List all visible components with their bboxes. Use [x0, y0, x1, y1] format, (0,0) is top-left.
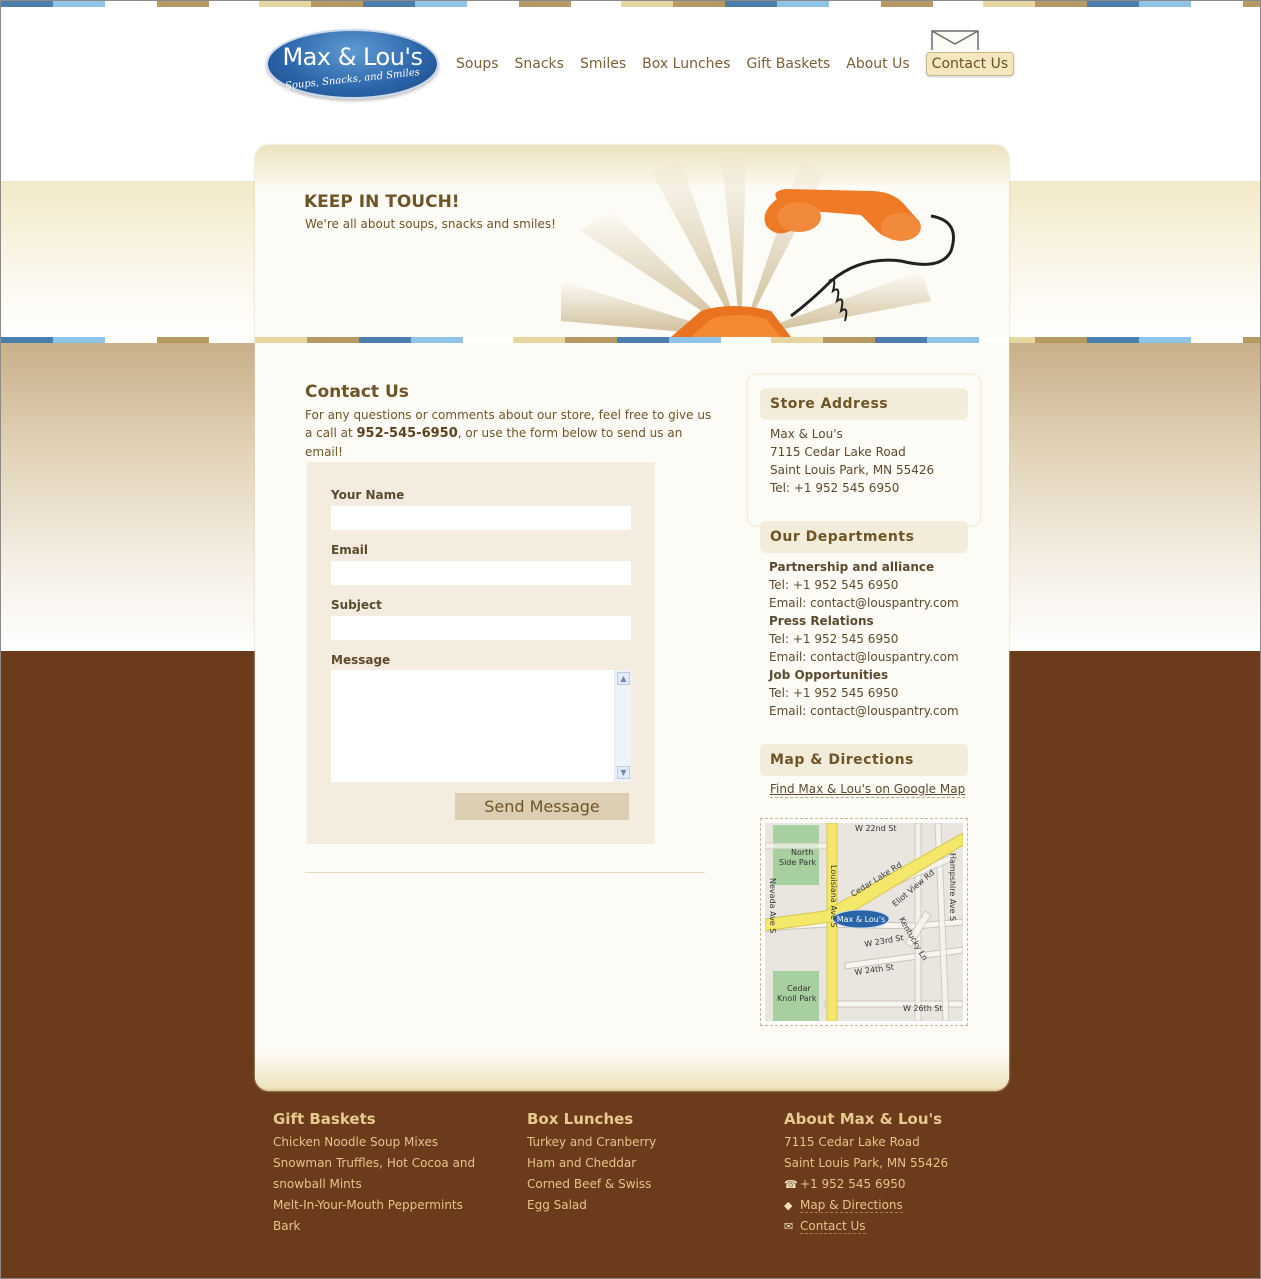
store-address-heading: Store Address: [760, 388, 968, 420]
map-image: Max & Lou's W 22nd St North Side Park Ce…: [764, 822, 964, 1022]
message-textarea[interactable]: [331, 670, 631, 782]
telephone-illustration: [561, 156, 955, 337]
directions-icon: ◆: [784, 1199, 793, 1212]
dept-item: Partnership and alliance Tel: +1 952 545…: [769, 558, 959, 612]
page-frame: Max & Lou's Soups, Snacks, and Smiles So…: [0, 0, 1261, 1279]
scroll-up-icon[interactable]: ▲: [617, 672, 630, 685]
map-label: Side Park: [779, 858, 817, 867]
map-label: North: [791, 848, 813, 857]
footer-directions-link[interactable]: Map & Directions: [800, 1198, 903, 1213]
footer-link[interactable]: Bark: [273, 1216, 475, 1237]
footer-link[interactable]: Ham and Cheddar: [527, 1153, 656, 1174]
footer-link[interactable]: Melt-In-Your-Mouth Peppermints: [273, 1195, 475, 1216]
email-input[interactable]: [331, 561, 631, 585]
map-label: Nevada Ave S: [768, 878, 777, 933]
map-heading: Map & Directions: [760, 744, 968, 776]
subject-input[interactable]: [331, 616, 631, 640]
map-label: Cedar: [787, 984, 811, 993]
hero-title: KEEP IN TOUCH!: [304, 192, 460, 212]
dept-name: Press Relations: [769, 614, 874, 628]
dept-name: Partnership and alliance: [769, 560, 935, 574]
dept-email[interactable]: Email: contact@louspantry.com: [769, 648, 959, 666]
contact-phone: 952-545-6950: [356, 426, 458, 441]
footer-contact-row: ✉ Contact Us: [784, 1216, 948, 1237]
google-map-link[interactable]: Find Max & Lou's on Google Map: [770, 782, 966, 798]
panel-bottom-gradient: [255, 1053, 1009, 1091]
content-divider: [305, 872, 705, 873]
nav-contact-us[interactable]: Contact Us: [925, 52, 1015, 76]
subject-label: Subject: [331, 598, 382, 612]
nav-gift-baskets[interactable]: Gift Baskets: [746, 56, 830, 72]
nav-soups[interactable]: Soups: [456, 56, 499, 72]
map-label: W 22nd St: [855, 824, 897, 833]
footer-link[interactable]: Snowman Truffles, Hot Cocoa and: [273, 1153, 475, 1174]
map-marker-label: Max & Lou's: [837, 915, 886, 924]
map-label: Hampshire Ave S: [948, 853, 957, 921]
footer-link[interactable]: Chicken Noodle Soup Mixes: [273, 1132, 475, 1153]
email-label: Email: [331, 543, 369, 557]
dept-tel: Tel: +1 952 545 6950: [769, 686, 899, 700]
dept-item: Press Relations Tel: +1 952 545 6950 Ema…: [769, 612, 959, 666]
contact-intro: For any questions or comments about our …: [305, 406, 715, 461]
map-label: W 26th St: [903, 1004, 943, 1013]
top-stripe: [1, 1, 1260, 7]
dept-name: Job Opportunities: [769, 668, 889, 682]
footer-address: Saint Louis Park, MN 55426: [784, 1156, 949, 1170]
store-line: 7115 Cedar Lake Road: [770, 445, 906, 459]
scroll-down-icon[interactable]: ▼: [617, 766, 630, 779]
envelope-icon: [931, 30, 979, 50]
nav-smiles[interactable]: Smiles: [580, 56, 626, 72]
main-nav: Soups Snacks Smiles Box Lunches Gift Bas…: [456, 52, 1015, 76]
dept-tel: Tel: +1 952 545 6950: [769, 632, 899, 646]
name-input[interactable]: [331, 506, 631, 530]
mail-icon: ✉: [784, 1220, 794, 1233]
send-message-button[interactable]: Send Message: [455, 793, 629, 820]
footer-gift-baskets: Gift Baskets Chicken Noodle Soup Mixes S…: [273, 1110, 475, 1237]
footer-link[interactable]: Egg Salad: [527, 1195, 656, 1216]
footer-directions-row: ◆ Map & Directions: [784, 1195, 948, 1216]
footer-box-lunches: Box Lunches Turkey and Cranberry Ham and…: [527, 1110, 656, 1216]
footer-phone-row: ☎ +1 952 545 6950: [784, 1174, 948, 1195]
map-label: Knoll Park: [777, 994, 817, 1003]
dept-item: Job Opportunities Tel: +1 952 545 6950 E…: [769, 666, 959, 720]
departments-heading: Our Departments: [760, 521, 968, 553]
nav-box-lunches[interactable]: Box Lunches: [642, 56, 730, 72]
map-label: Louisiana Ave S: [829, 865, 838, 928]
departments-list: Partnership and alliance Tel: +1 952 545…: [769, 558, 959, 720]
footer-link[interactable]: Corned Beef & Swiss: [527, 1174, 656, 1195]
panel-stripe: [255, 337, 1009, 343]
store-address: Max & Lou's 7115 Cedar Lake Road Saint L…: [770, 425, 934, 497]
footer-phone: +1 952 545 6950: [800, 1177, 906, 1191]
footer-heading: Gift Baskets: [273, 1110, 376, 1128]
footer-about: About Max & Lou's 7115 Cedar Lake Road S…: [784, 1110, 948, 1237]
phone-icon: ☎: [784, 1178, 798, 1191]
store-line: Saint Louis Park, MN 55426: [770, 463, 935, 477]
store-line: Max & Lou's: [770, 427, 843, 441]
hero-subtitle: We're all about soups, snacks and smiles…: [305, 217, 556, 231]
message-label: Message: [331, 653, 391, 667]
name-label: Your Name: [331, 488, 405, 502]
dept-email[interactable]: Email: contact@louspantry.com: [769, 702, 959, 720]
footer-heading: Box Lunches: [527, 1110, 634, 1128]
footer-address: 7115 Cedar Lake Road: [784, 1135, 920, 1149]
nav-snacks[interactable]: Snacks: [515, 56, 564, 72]
footer-contact-link[interactable]: Contact Us: [800, 1219, 866, 1234]
site-logo[interactable]: Max & Lou's Soups, Snacks, and Smiles: [266, 29, 439, 99]
message-scrollbar[interactable]: ▲ ▼: [614, 670, 631, 782]
dept-email[interactable]: Email: contact@louspantry.com: [769, 594, 959, 612]
nav-about-us[interactable]: About Us: [846, 56, 909, 72]
footer-heading: About Max & Lou's: [784, 1110, 943, 1128]
store-line: Tel: +1 952 545 6950: [770, 481, 900, 495]
dept-tel: Tel: +1 952 545 6950: [769, 578, 899, 592]
map-thumbnail[interactable]: Max & Lou's W 22nd St North Side Park Ce…: [760, 818, 968, 1026]
footer-link[interactable]: snowball Mints: [273, 1174, 475, 1195]
footer-link[interactable]: Turkey and Cranberry: [527, 1132, 656, 1153]
contact-title: Contact Us: [305, 382, 409, 402]
